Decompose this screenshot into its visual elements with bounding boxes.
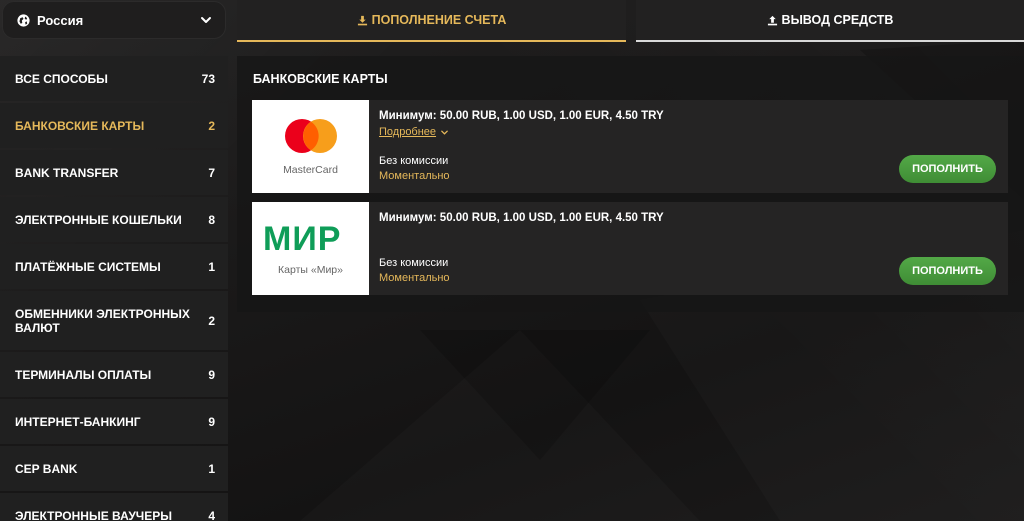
category-count: 8 (208, 212, 215, 227)
upload-icon (767, 15, 778, 26)
category-terminals[interactable]: ТЕРМИНАЛЫ ОПЛАТЫ 9 (0, 352, 228, 397)
category-exchangers[interactable]: ОБМЕННИКИ ЭЛЕКТРОННЫХ ВАЛЮТ 2 (0, 291, 228, 350)
mastercard-logo: MasterCard (252, 100, 369, 193)
globe-icon (17, 13, 30, 27)
mir-logo: МИР Карты «Мир» (252, 202, 369, 295)
category-label: BANK TRANSFER (15, 165, 119, 180)
processing-time: Моментально (379, 272, 450, 284)
category-e-wallets[interactable]: ЭЛЕКТРОННЫЕ КОШЕЛЬКИ 8 (0, 197, 228, 242)
logo-caption: MasterCard (283, 163, 338, 176)
deposit-button[interactable]: ПОПОЛНИТЬ (899, 155, 996, 183)
processing-time: Моментально (379, 170, 450, 182)
category-label: ОБМЕННИКИ ЭЛЕКТРОННЫХ ВАЛЮТ (15, 306, 190, 335)
minimum-amounts: Минимум: 50.00 RUB, 1.00 USD, 1.00 EUR, … (379, 110, 664, 122)
category-payment-systems[interactable]: ПЛАТЁЖНЫЕ СИСТЕМЫ 1 (0, 244, 228, 289)
commission-text: Без комиссии (379, 155, 449, 167)
method-category-list: ВСЕ СПОСОБЫ 73 БАНКОВСКИЕ КАРТЫ 2 BANK T… (0, 56, 228, 521)
category-count: 9 (208, 414, 215, 429)
category-internet-banking[interactable]: ИНТЕРНЕТ-БАНКИНГ 9 (0, 399, 228, 444)
category-label: ЭЛЕКТРОННЫЕ КОШЕЛЬКИ (15, 212, 182, 227)
more-details-label: Подробнее (379, 126, 437, 138)
category-bank-transfer[interactable]: BANK TRANSFER 7 (0, 150, 228, 195)
category-count: 4 (208, 508, 215, 521)
minimum-amounts: Минимум: 50.00 RUB, 1.00 USD, 1.00 EUR, … (379, 212, 664, 224)
category-cep-bank[interactable]: CEP BANK 1 (0, 446, 228, 491)
logo-caption: Карты «Мир» (278, 263, 343, 276)
chevron-down-icon (440, 128, 449, 137)
country-label: Россия (37, 12, 84, 28)
svg-text:МИР: МИР (263, 222, 341, 254)
mir-wordmark-icon: МИР (263, 222, 341, 254)
method-info: Минимум: 50.00 RUB, 1.00 USD, 1.00 EUR, … (379, 110, 664, 140)
category-label: CEP BANK (15, 461, 78, 476)
tab-deposit[interactable]: ПОПОЛНЕНИЕ СЧЕТА (237, 0, 626, 42)
commission-text: Без комиссии (379, 257, 449, 269)
category-label: БАНКОВСКИЕ КАРТЫ (15, 118, 145, 133)
category-e-vouchers[interactable]: ЭЛЕКТРОННЫЕ ВАУЧЕРЫ 4 (0, 493, 228, 521)
method-info: Минимум: 50.00 RUB, 1.00 USD, 1.00 EUR, … (379, 212, 664, 224)
category-count: 73 (201, 71, 215, 86)
download-icon (357, 15, 368, 26)
category-all[interactable]: ВСЕ СПОСОБЫ 73 (0, 56, 228, 101)
category-label: ЭЛЕКТРОННЫЕ ВАУЧЕРЫ (15, 508, 172, 521)
payment-methods-panel: БАНКОВСКИЕ КАРТЫ MasterCard Минимум: 50.… (237, 56, 1024, 312)
deposit-button[interactable]: ПОПОЛНИТЬ (899, 257, 996, 285)
tab-deposit-label: ПОПОЛНЕНИЕ СЧЕТА (371, 13, 507, 27)
tab-withdraw-label: ВЫВОД СРЕДСТВ (781, 13, 894, 27)
category-label: ВСЕ СПОСОБЫ (15, 71, 108, 86)
category-count: 1 (208, 461, 215, 476)
category-count: 9 (208, 367, 215, 382)
category-label: ИНТЕРНЕТ-БАНКИНГ (15, 414, 141, 429)
category-count: 1 (208, 259, 215, 274)
tab-withdraw[interactable]: ВЫВОД СРЕДСТВ (636, 0, 1024, 42)
method-card-mastercard: MasterCard Минимум: 50.00 RUB, 1.00 USD,… (252, 100, 1008, 193)
category-count: 2 (208, 118, 215, 133)
mastercard-circles-icon (284, 118, 337, 153)
category-label: ПЛАТЁЖНЫЕ СИСТЕМЫ (15, 259, 161, 274)
chevron-down-icon (199, 13, 213, 27)
sidebar: Россия ВСЕ СПОСОБЫ 73 БАНКОВСКИЕ КАРТЫ 2… (0, 0, 228, 521)
category-count: 2 (208, 313, 215, 328)
country-selector[interactable]: Россия (2, 1, 226, 39)
more-details-link[interactable]: Подробнее (379, 126, 449, 138)
category-count: 7 (208, 165, 215, 180)
category-label: ТЕРМИНАЛЫ ОПЛАТЫ (15, 367, 152, 382)
category-bank-cards[interactable]: БАНКОВСКИЕ КАРТЫ 2 (0, 103, 228, 148)
method-card-mir: МИР Карты «Мир» Минимум: 50.00 RUB, 1.00… (252, 202, 1008, 295)
section-title: БАНКОВСКИЕ КАРТЫ (253, 72, 388, 86)
